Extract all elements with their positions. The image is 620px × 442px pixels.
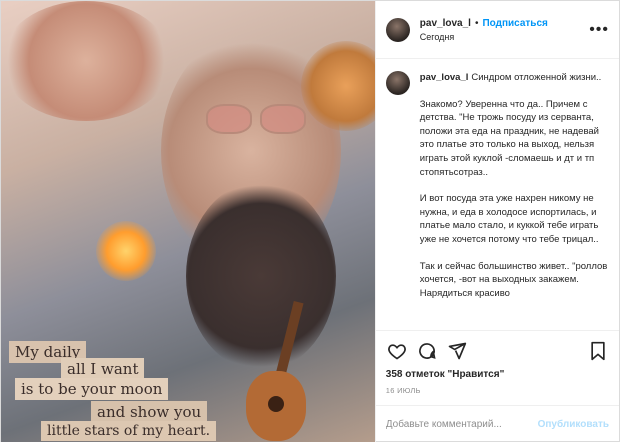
heart-icon[interactable] (386, 340, 408, 362)
post-date[interactable]: 16 ИЮЛЬ (386, 386, 609, 395)
sunglasses (206, 104, 306, 134)
header-top-row: pav_lova_l • Подписаться (420, 18, 548, 29)
avatar[interactable] (385, 17, 410, 42)
photo-bg-shape (96, 221, 156, 281)
post-location: Сегодня (419, 31, 455, 42)
publish-button[interactable]: Опубликовать (538, 419, 609, 430)
collage-text-line: little stars of my heart. (41, 421, 217, 441)
more-options-icon[interactable]: ••• (589, 21, 609, 39)
comment-input[interactable] (385, 419, 538, 430)
caption-row: pav_lova_l Синдром отложенной жизни.. Зна… (385, 71, 609, 300)
post-photo[interactable]: My daily all I want is to be your moon a… (1, 1, 375, 442)
likes-count[interactable]: 358 отметок "Нравится" (386, 369, 609, 380)
username-link[interactable]: pav_lova_l (420, 18, 471, 29)
ukulele (236, 300, 326, 441)
header-text: pav_lova_l • Подписаться Сегодня (420, 18, 548, 42)
comment-icon[interactable] (416, 340, 438, 362)
caption-username-link[interactable]: pav_lova_l (420, 72, 469, 83)
post-header: pav_lova_l • Подписаться Сегодня ••• (375, 1, 619, 59)
caption-first-line: pav_lova_l Синдром отложенной жизни.. (420, 71, 609, 85)
post-sidebar: pav_lova_l • Подписаться Сегодня ••• pav_l… (374, 1, 619, 442)
share-icon[interactable] (446, 340, 468, 362)
caption-avatar[interactable] (385, 71, 410, 95)
caption-body: pav_lova_l Синдром отложенной жизни.. Зна… (420, 71, 609, 300)
caption-paragraph: И вот посуда эта уже нахрен никому не ну… (419, 193, 599, 245)
caption-title: Синдром отложенной жизни.. (471, 72, 602, 83)
action-icons-row (386, 339, 609, 363)
post-actions: 358 отметок "Нравится" 16 ИЮЛЬ (375, 330, 619, 395)
collage-text-line: is to be your moon (15, 378, 169, 400)
photo-bg-shape (1, 1, 171, 121)
follow-button[interactable]: Подписаться (482, 18, 547, 29)
bookmark-icon[interactable] (587, 340, 609, 362)
collage-text-line: and show you (91, 401, 208, 423)
instagram-post: My daily all I want is to be your moon a… (0, 0, 620, 442)
comment-box: Опубликовать (375, 405, 619, 442)
collage-text-line: all I want (61, 358, 145, 380)
caption-paragraph: Так и сейчас большинство живет.. "роллов… (419, 260, 608, 299)
caption-paragraph: Знакомо? Уверенна что да.. Причем с детс… (419, 98, 599, 178)
separator-dot: • (474, 17, 479, 29)
caption-area: pav_lova_l Синдром отложенной жизни.. Зна… (376, 59, 619, 330)
